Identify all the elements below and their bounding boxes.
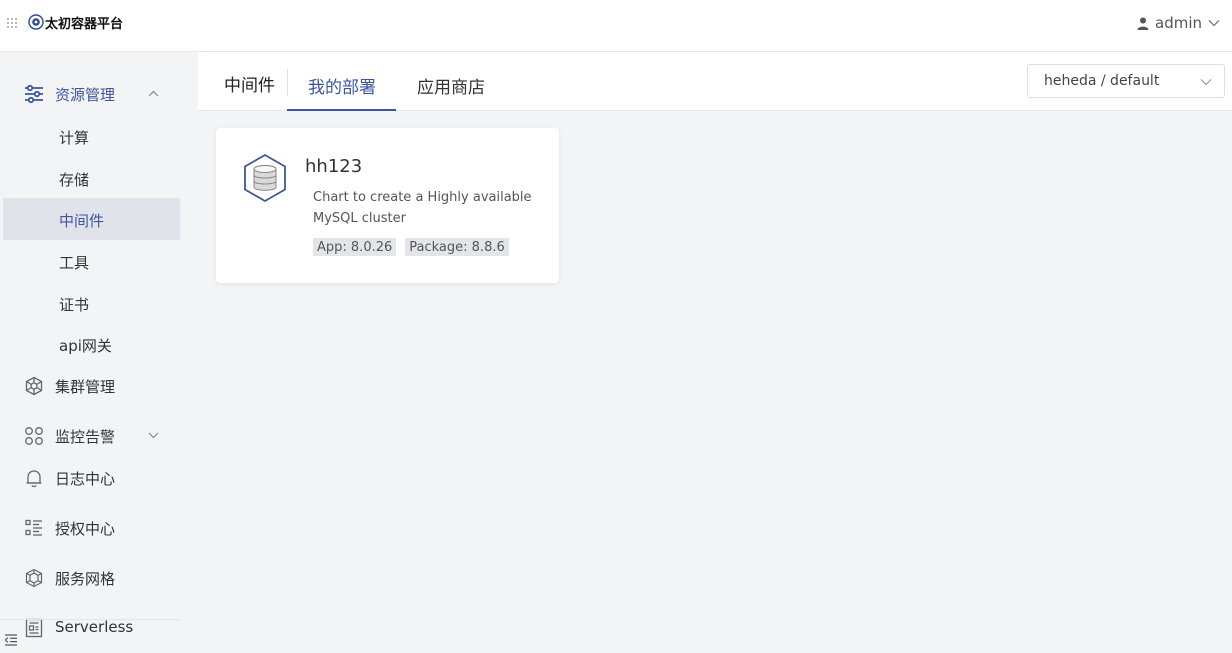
bell-icon (26, 470, 42, 488)
deployment-card[interactable]: hh123 Chart to create a Highly available… (216, 128, 559, 283)
sidebar-group-serverless[interactable]: Serverless (0, 608, 180, 648)
sidebar-group-resource-management[interactable]: 资源管理 (0, 74, 180, 114)
user-icon (1137, 17, 1149, 30)
sidebar-divider (0, 619, 180, 620)
deployment-name[interactable]: hh123 (305, 156, 362, 177)
monitor-icon (25, 427, 43, 445)
sliders-icon (25, 84, 43, 104)
chevron-down-icon (1200, 79, 1212, 86)
mesh-icon (25, 568, 43, 588)
chevron-up-icon (148, 90, 159, 97)
tab-bar: 中间件 我的部署 应用商店 heheda / default (198, 52, 1232, 111)
sidebar-group-label: 日志中心 (55, 470, 116, 488)
sidebar-group-log-center[interactable]: 日志中心 (0, 458, 180, 498)
sidebar-group-monitoring[interactable]: 监控告警 (0, 416, 180, 456)
sidebar-item-certificates[interactable]: 证书 (3, 282, 180, 324)
tab-label: 应用商店 (417, 78, 485, 98)
namespace-select-value: heheda / default (1044, 73, 1160, 89)
app-grid-icon[interactable] (6, 17, 18, 29)
tab-app-store[interactable]: 应用商店 (396, 52, 506, 111)
sidebar-group-label: 资源管理 (55, 86, 116, 104)
sidebar-item-label: 中间件 (59, 212, 105, 230)
sidebar-item-api-gateway[interactable]: api网关 (3, 323, 180, 365)
sidebar-group-label: 授权中心 (55, 520, 116, 538)
sidebar: 资源管理 计算 存储 中间件 工具 证书 api网关 集群管理 监控告警 日志中… (0, 52, 180, 653)
sidebar-item-middleware[interactable]: 中间件 (3, 198, 180, 240)
sidebar-group-label: 集群管理 (55, 378, 116, 396)
sidebar-group-cluster-management[interactable]: 集群管理 (0, 366, 180, 406)
sidebar-item-compute[interactable]: 计算 (3, 115, 180, 157)
sidebar-item-label: 工具 (59, 254, 90, 272)
deployment-description: Chart to create a Highly available MySQL… (313, 190, 532, 226)
sidebar-item-tools[interactable]: 工具 (3, 240, 180, 282)
sidebar-group-label: Serverless (55, 618, 134, 636)
sidebar-item-label: 证书 (59, 296, 90, 314)
sidebar-group-label: 监控告警 (55, 428, 116, 446)
sidebar-group-auth-center[interactable]: 授权中心 (0, 508, 180, 548)
sidebar-item-label: 计算 (59, 129, 90, 147)
top-header: 太初容器平台 admin (0, 0, 1232, 52)
chevron-down-icon (148, 432, 159, 439)
user-name: admin (1155, 14, 1202, 32)
serverless-icon (25, 618, 43, 638)
package-version-badge: Package: 8.8.6 (405, 238, 509, 256)
platform-logo-icon (28, 14, 44, 30)
tab-my-deployments[interactable]: 我的部署 (287, 52, 396, 111)
sidebar-item-storage[interactable]: 存储 (3, 157, 180, 199)
sidebar-group-label: 服务网格 (55, 570, 116, 588)
collapse-sidebar-icon[interactable] (4, 634, 18, 646)
helm-icon (25, 376, 43, 396)
tab-label: 我的部署 (308, 78, 376, 98)
app-title: 太初容器平台 (45, 17, 124, 32)
namespace-select[interactable]: heheda / default (1027, 64, 1225, 98)
sidebar-item-label: 存储 (59, 171, 90, 189)
section-title: 中间件 (224, 76, 275, 96)
sidebar-item-label: api网关 (59, 337, 112, 355)
version-badges: App: 8.0.26 Package: 8.8.6 (313, 238, 509, 256)
chevron-down-icon (1208, 20, 1220, 27)
database-icon (244, 153, 286, 203)
sidebar-group-service-mesh[interactable]: 服务网格 (0, 558, 180, 598)
app-version-badge: App: 8.0.26 (313, 238, 397, 256)
user-menu[interactable]: admin (1137, 12, 1220, 34)
list-icon (25, 519, 42, 536)
